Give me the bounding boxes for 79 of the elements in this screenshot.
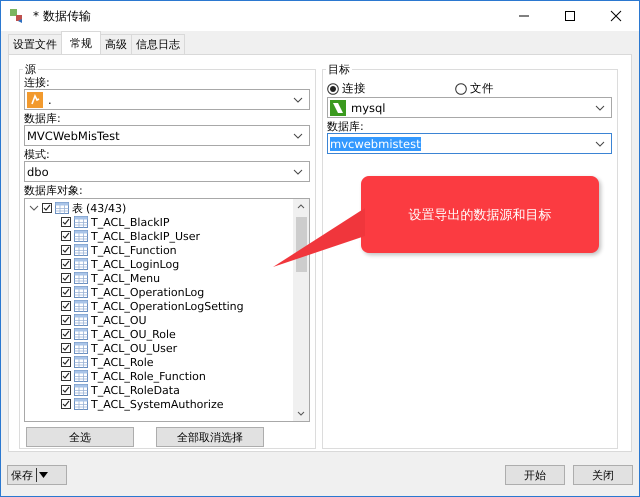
- scroll-down-icon[interactable]: [297, 411, 305, 417]
- tree-item[interactable]: T_ACL_OperationLog: [91, 286, 204, 298]
- tree-item[interactable]: T_ACL_Role: [91, 356, 154, 368]
- field-label: 连接:: [24, 76, 51, 89]
- tree-item[interactable]: T_ACL_BlackIP_User: [91, 230, 200, 242]
- checkbox[interactable]: [61, 385, 71, 395]
- schema-dropdown[interactable]: dbo: [24, 161, 310, 182]
- dropdown-arrow-icon[interactable]: [38, 472, 48, 478]
- table-icon: [74, 328, 88, 340]
- table-icon: [74, 314, 88, 326]
- tree-item[interactable]: T_ACL_Function: [91, 244, 177, 256]
- tab[interactable]: 常规: [61, 31, 101, 54]
- tree-item[interactable]: 表: [72, 202, 83, 214]
- tree-item[interactable]: T_ACL_Menu: [91, 272, 160, 284]
- field-label: 数据库对象:: [24, 184, 84, 197]
- tree-item[interactable]: T_ACL_LoginLog: [91, 258, 180, 270]
- checkbox[interactable]: [61, 343, 71, 353]
- table-icon: [74, 398, 88, 410]
- field-label: 数据库:: [24, 112, 62, 125]
- tree-item[interactable]: T_ACL_Role_Function: [91, 370, 206, 382]
- action-button[interactable]: 关闭: [573, 465, 633, 485]
- table-icon: [74, 286, 88, 298]
- radio-button[interactable]: [455, 82, 467, 94]
- field-label: 数据库:: [327, 120, 365, 133]
- tree-item[interactable]: T_ACL_OU_User: [91, 342, 178, 354]
- checkbox[interactable]: [61, 301, 71, 311]
- database-dropdown[interactable]: MVCWebMisTest: [24, 125, 310, 146]
- table-icon: [74, 272, 88, 284]
- action-button[interactable]: 全选: [26, 427, 134, 447]
- checkbox[interactable]: [61, 371, 71, 381]
- radio-button[interactable]: [327, 82, 339, 94]
- checkbox[interactable]: [61, 287, 71, 297]
- table-icon: [74, 300, 88, 312]
- item-count: (43/43): [86, 202, 126, 214]
- checkbox[interactable]: [42, 203, 52, 213]
- scrollbar[interactable]: [293, 199, 309, 421]
- window-title: * 数据传输: [33, 8, 92, 24]
- checkbox[interactable]: [61, 399, 71, 409]
- tab[interactable]: 设置文件: [8, 34, 62, 54]
- action-button[interactable]: 全部取消选择: [156, 427, 264, 447]
- table-icon: [55, 202, 69, 214]
- scroll-up-icon[interactable]: [297, 203, 305, 209]
- tree-item[interactable]: T_ACL_RoleData: [91, 384, 180, 396]
- connection-icon: [330, 100, 346, 116]
- table-icon: [74, 356, 88, 368]
- checkbox[interactable]: [61, 315, 71, 325]
- checkbox[interactable]: [61, 273, 71, 283]
- tree-item[interactable]: T_ACL_OperationLogSetting: [91, 300, 244, 312]
- table-icon: [74, 216, 88, 228]
- checkbox[interactable]: [61, 231, 71, 241]
- checkbox[interactable]: [61, 357, 71, 367]
- expanded-chevron-icon[interactable]: [29, 204, 39, 212]
- table-icon: [74, 244, 88, 256]
- radio-label[interactable]: 文件: [470, 81, 494, 96]
- connection-icon: [27, 92, 43, 108]
- connection-dropdown[interactable]: .: [24, 89, 310, 110]
- group-title: 目标: [326, 62, 352, 77]
- connection-dropdown[interactable]: mysql: [327, 97, 612, 118]
- table-icon: [74, 342, 88, 354]
- checkbox[interactable]: [61, 329, 71, 339]
- tree-item[interactable]: T_ACL_SystemAuthorize: [91, 398, 224, 410]
- checkbox[interactable]: [61, 259, 71, 269]
- tree-item[interactable]: T_ACL_OU: [91, 314, 147, 326]
- save-split-button[interactable]: 保存: [7, 465, 67, 485]
- table-icon: [74, 370, 88, 382]
- table-icon: [74, 230, 88, 242]
- app-icon: [9, 8, 25, 24]
- table-icon: [74, 258, 88, 270]
- tab[interactable]: 信息日志: [131, 34, 185, 54]
- action-button[interactable]: 开始: [505, 465, 565, 485]
- group-title: 源: [23, 62, 38, 77]
- tree-item[interactable]: T_ACL_BlackIP: [91, 216, 170, 228]
- tree-item[interactable]: T_ACL_OU_Role: [91, 328, 176, 340]
- field-label: 模式:: [24, 148, 51, 161]
- callout: 设置导出的数据源和目标: [361, 176, 599, 253]
- radio-label[interactable]: 连接: [342, 81, 366, 96]
- checkbox[interactable]: [61, 245, 71, 255]
- checkbox[interactable]: [61, 217, 71, 227]
- table-icon: [74, 384, 88, 396]
